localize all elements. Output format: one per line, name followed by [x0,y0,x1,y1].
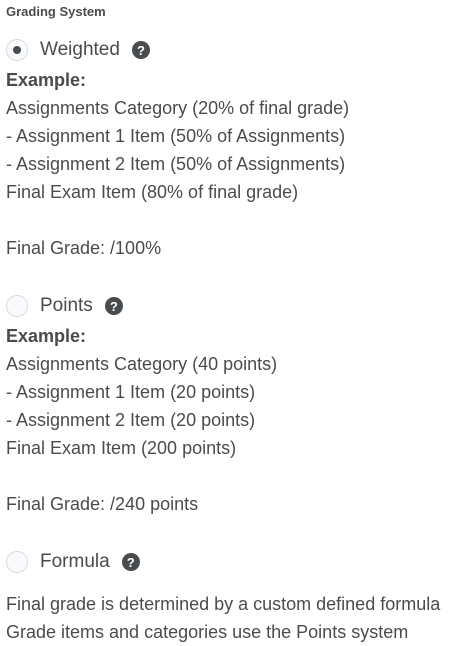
description-line: Final grade is determined by a custom de… [6,594,441,614]
weighted-help-icon[interactable]: ? [131,41,150,59]
points-label[interactable]: Points [40,295,93,317]
formula-radio[interactable] [6,551,28,573]
formula-help-icon[interactable]: ? [121,553,140,571]
final-grade: Final Grade: /100% [6,238,162,258]
example-line: Assignments Category (40 points) [6,354,278,374]
weighted-radio[interactable] [6,39,28,61]
points-example: Example: Assignments Category (40 points… [6,322,277,518]
weighted-option[interactable]: Weighted ? [6,36,150,64]
example-line: Assignments Category (20% of final grade… [6,98,350,118]
example-label: Example: [6,326,87,346]
formula-label[interactable]: Formula [40,551,110,573]
example-line: Final Exam Item (80% of final grade) [6,182,299,202]
example-spacer [6,462,277,490]
example-line: - Assignment 1 Item (50% of Assignments) [6,126,346,146]
example-line: Final Exam Item (200 points) [6,438,237,458]
weighted-label[interactable]: Weighted [40,39,120,61]
grading-system-panel: Grading System Weighted ? Example: Assig… [0,0,473,645]
formula-option[interactable]: Formula ? [6,548,140,576]
points-radio[interactable] [6,295,28,317]
grading-system-heading: Grading System [6,4,106,19]
points-option[interactable]: Points ? [6,292,123,320]
example-spacer [6,206,349,234]
formula-description: Final grade is determined by a custom de… [6,590,440,646]
example-line: - Assignment 1 Item (20 points) [6,382,256,402]
description-line: Grade items and categories use the Point… [6,622,409,642]
final-grade: Final Grade: /240 points [6,494,199,514]
example-line: - Assignment 2 Item (50% of Assignments) [6,154,346,174]
example-line: - Assignment 2 Item (20 points) [6,410,256,430]
example-label: Example: [6,70,87,90]
weighted-example: Example: Assignments Category (20% of fi… [6,66,349,262]
points-help-icon[interactable]: ? [104,297,123,315]
